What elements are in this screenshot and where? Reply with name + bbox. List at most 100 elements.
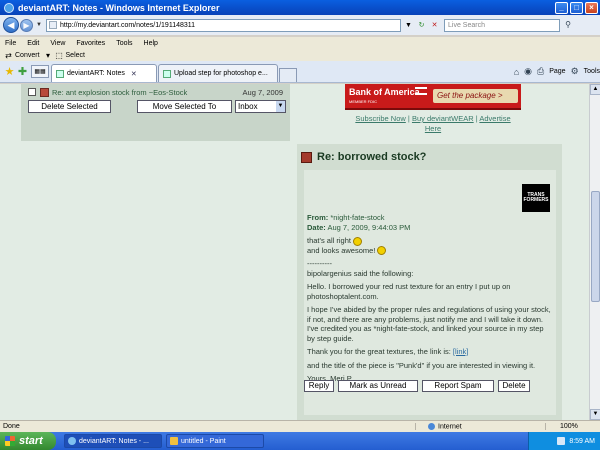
start-label: start	[19, 435, 43, 447]
page-menu[interactable]: Page	[549, 68, 565, 75]
pdf-toolbar: ⇄ Convert ▾ ⬚ Select	[0, 49, 600, 61]
ad-brand: Bank of America	[349, 87, 420, 97]
ad-links: Subscribe Now | Buy deviantWEAR | Advert…	[344, 114, 522, 134]
message-subject[interactable]: Re: ant explosion stock from ~Eos-Stock	[52, 88, 243, 97]
tab-upload-step[interactable]: Upload step for photoshop e...	[158, 64, 278, 82]
address-url: http://my.deviantart.com/notes/1/1911483…	[60, 21, 196, 29]
from-label: From:	[307, 213, 329, 222]
delete-button[interactable]: Delete	[498, 380, 530, 392]
new-tab-button[interactable]	[279, 68, 297, 82]
zoom-level[interactable]: 100%	[545, 423, 600, 430]
convert-button[interactable]: Convert	[15, 52, 40, 59]
minimize-button[interactable]: _	[555, 1, 568, 14]
status-text: Done	[3, 423, 20, 430]
date-label: Date:	[307, 223, 326, 232]
taskbar-item-paint[interactable]: untitled - Paint	[166, 434, 264, 448]
note-body: TRANS FORMERS From: *night-fate-stock Da…	[304, 170, 556, 415]
deviantart-favicon	[56, 69, 64, 78]
select-button[interactable]: Select	[66, 52, 85, 59]
feeds-icon[interactable]: ◉	[524, 66, 532, 77]
chevron-down-icon: ▼	[276, 101, 285, 112]
smiley-icon	[377, 246, 387, 256]
back-button[interactable]: ◀	[3, 17, 19, 33]
move-selected-button[interactable]: Move Selected To	[137, 100, 232, 113]
note-sender[interactable]: *night-fate-stock	[330, 213, 384, 222]
advertise-link[interactable]: Advertise	[479, 114, 510, 123]
close-button[interactable]: ×	[585, 1, 598, 14]
scroll-thumb[interactable]	[591, 191, 600, 302]
status-bar: Done Internet 100%	[0, 420, 600, 432]
menu-tools[interactable]: Tools	[116, 40, 132, 47]
tab-deviantart-notes[interactable]: deviantART: Notes ✕	[51, 64, 157, 82]
quote-divider: ----------	[307, 259, 332, 269]
quick-tabs-icon[interactable]: ▦▦	[31, 65, 49, 78]
delete-selected-button[interactable]: Delete Selected	[28, 100, 111, 113]
start-button[interactable]: start	[0, 432, 56, 450]
quote-intro: bipolargenius said the following:	[307, 268, 414, 278]
zone-label: Internet	[438, 423, 462, 431]
tab-label: deviantART: Notes	[67, 70, 125, 77]
scroll-down-icon[interactable]: ▼	[590, 409, 600, 420]
bank-of-america-ad[interactable]: Bank of America MEMBER FDIC Get the pack…	[345, 84, 521, 110]
globe-icon	[428, 422, 435, 430]
quote-para-2: I hope I've abided by the proper rules a…	[307, 305, 551, 324]
tools-menu[interactable]: Tools	[584, 68, 600, 75]
bank-flag-logo	[415, 87, 427, 95]
search-icon[interactable]: ⚲	[562, 19, 574, 31]
menu-help[interactable]: Help	[144, 40, 158, 47]
address-dropdown-icon[interactable]: ▼	[403, 20, 414, 31]
search-input[interactable]: Live Search	[444, 18, 560, 32]
buy-deviantwear-link[interactable]: Buy deviantWEAR	[412, 114, 474, 123]
add-favorites-icon[interactable]: ✚	[16, 62, 29, 82]
note-header: Re: borrowed stock?	[297, 144, 562, 170]
list-actions: Delete Selected Move Selected To Inbox ▼	[28, 100, 286, 113]
taskbar: start deviantART: Notes - ... untitled -…	[0, 432, 600, 450]
forward-button[interactable]: ▶	[20, 18, 33, 32]
page-content: Re: ant explosion stock from ~Eos-Stock …	[0, 84, 589, 420]
ad-member-fdic: MEMBER FDIC	[349, 99, 377, 104]
clock[interactable]: 8:59 AM	[569, 438, 595, 445]
address-bar[interactable]: http://my.deviantart.com/notes/1/1911483…	[46, 18, 401, 32]
reply-button[interactable]: Reply	[304, 380, 334, 392]
stop-icon[interactable]: ✕	[429, 20, 440, 31]
list-item[interactable]: Re: ant explosion stock from ~Eos-Stock …	[28, 86, 283, 98]
scroll-up-icon[interactable]: ▲	[590, 84, 600, 95]
report-spam-button[interactable]: Report Spam	[422, 380, 494, 392]
avatar-text-line2: FORMERS	[523, 197, 549, 203]
taskbar-item-ie[interactable]: deviantART: Notes - ...	[64, 434, 162, 448]
separator: |	[407, 114, 410, 123]
advertise-here-link[interactable]: Here	[425, 124, 441, 133]
home-icon[interactable]: ⌂	[514, 67, 519, 77]
subscribe-link[interactable]: Subscribe Now	[355, 114, 405, 123]
print-icon[interactable]: ⎙	[537, 66, 544, 77]
recent-pages-dropdown[interactable]: ▼	[36, 22, 44, 28]
vertical-scrollbar[interactable]: ▲ ▼	[589, 84, 600, 420]
taskbar-item-label: untitled - Paint	[181, 437, 226, 445]
avatar[interactable]: TRANS FORMERS	[522, 184, 550, 212]
note-date: Aug 7, 2009, 9:44:03 PM	[327, 223, 411, 232]
dropdown-icon[interactable]: ▾	[44, 51, 53, 60]
note-title: Re: borrowed stock?	[317, 151, 427, 163]
refresh-icon[interactable]: ↻	[416, 20, 427, 31]
source-link[interactable]: [link]	[453, 347, 468, 356]
smiley-icon	[352, 236, 362, 246]
tools-gear-icon[interactable]: ⚙	[571, 66, 579, 77]
tray-network-icon[interactable]	[557, 437, 566, 445]
note-actions: Reply Mark as Unread Report Spam Delete	[304, 380, 534, 392]
ad-cta[interactable]: Get the package >	[433, 89, 518, 103]
favorites-star-icon[interactable]: ★	[3, 62, 16, 82]
menu-view[interactable]: View	[50, 40, 65, 47]
message-checkbox[interactable]	[28, 88, 36, 96]
reply-line-1: that's all right	[307, 236, 351, 245]
notes-list-panel: Re: ant explosion stock from ~Eos-Stock …	[21, 84, 290, 141]
menu-favorites[interactable]: Favorites	[76, 40, 105, 47]
security-zone: Internet	[415, 422, 545, 431]
menu-edit[interactable]: Edit	[27, 40, 39, 47]
quote-para-1: Hello. I borrowed your red rust texture …	[307, 282, 511, 301]
menu-file[interactable]: File	[5, 40, 16, 47]
separator: |	[475, 114, 478, 123]
mark-unread-button[interactable]: Mark as Unread	[338, 380, 418, 392]
folder-select[interactable]: Inbox ▼	[235, 100, 286, 113]
maximize-button[interactable]: □	[570, 1, 583, 14]
tab-close-icon[interactable]: ✕	[131, 70, 137, 78]
